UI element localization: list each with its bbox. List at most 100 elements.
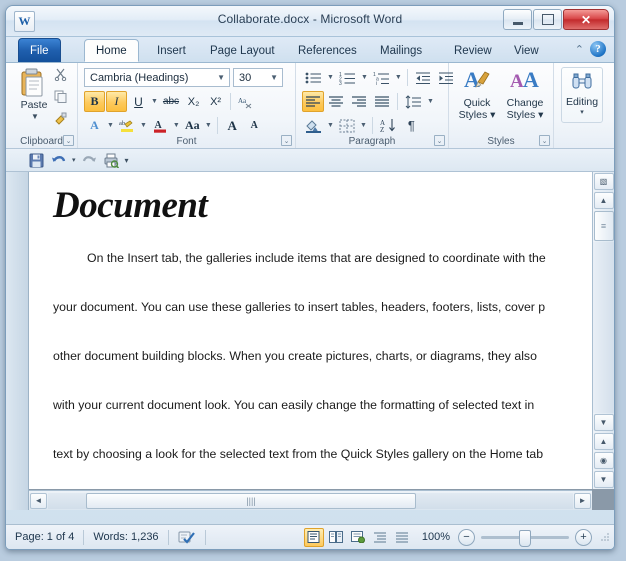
view-print-layout-button[interactable] xyxy=(303,527,324,547)
shading-chevron-down-icon[interactable]: ▼ xyxy=(326,122,335,129)
tab-home[interactable]: Home xyxy=(84,39,139,62)
resize-grip-icon[interactable] xyxy=(600,532,610,542)
clear-formatting-icon[interactable]: Aa xyxy=(235,91,257,112)
align-right-icon[interactable] xyxy=(348,91,370,112)
undo-icon[interactable] xyxy=(50,152,67,169)
bold-button[interactable]: B xyxy=(84,91,105,112)
format-painter-icon[interactable] xyxy=(54,112,67,130)
cut-icon[interactable] xyxy=(54,68,67,86)
line-spacing-chevron-down-icon[interactable]: ▼ xyxy=(426,98,435,105)
multilevel-list-icon[interactable]: 1ai xyxy=(370,67,393,88)
italic-button[interactable]: I xyxy=(106,91,127,112)
multilevel-chevron-down-icon[interactable]: ▼ xyxy=(394,74,403,81)
document-page[interactable]: Document On the Insert tab, the gallerie… xyxy=(29,172,592,489)
scroll-right-button[interactable]: ► xyxy=(574,492,591,509)
select-browse-object-button[interactable]: ◉ xyxy=(593,452,614,469)
horizontal-scrollbar[interactable]: ◄ |||| ► xyxy=(29,490,592,510)
numbering-chevron-down-icon[interactable]: ▼ xyxy=(360,74,369,81)
font-color-chevron-down-icon[interactable]: ▼ xyxy=(172,122,181,129)
proofing-status-icon[interactable] xyxy=(169,529,205,546)
horizontal-scroll-thumb[interactable]: |||| xyxy=(86,492,416,509)
close-button[interactable]: ✕ xyxy=(563,9,609,30)
align-center-icon[interactable] xyxy=(325,91,347,112)
highlight-chevron-down-icon[interactable]: ▼ xyxy=(139,122,148,129)
editing-button[interactable]: Editing ▾ xyxy=(561,67,603,123)
print-preview-icon[interactable] xyxy=(103,152,120,169)
word-count[interactable]: Words: 1,236 xyxy=(84,529,167,546)
redo-icon[interactable] xyxy=(81,152,98,169)
highlight-icon[interactable]: ab xyxy=(116,115,138,136)
underline-button[interactable]: U xyxy=(128,91,149,112)
strikethrough-button[interactable]: abc xyxy=(160,91,182,112)
text-effects-chevron-down-icon[interactable]: ▼ xyxy=(106,122,115,129)
paste-icon[interactable] xyxy=(20,68,46,98)
superscript-button[interactable]: X² xyxy=(205,91,226,112)
zoom-slider-track[interactable] xyxy=(481,529,569,547)
font-name-combo[interactable]: Cambria (Headings) ▼ xyxy=(84,68,230,87)
minimize-button[interactable] xyxy=(503,9,532,30)
clipboard-dialog-launcher[interactable]: ⌄ xyxy=(63,135,74,146)
tab-references[interactable]: References xyxy=(287,39,368,62)
vertical-scroll-thumb[interactable]: ≡ xyxy=(593,211,614,241)
change-case-button[interactable]: Aa xyxy=(182,115,203,136)
view-outline-button[interactable] xyxy=(370,528,390,547)
shrink-font-button[interactable]: A xyxy=(244,115,265,136)
tab-mailings[interactable]: Mailings xyxy=(369,39,433,62)
paste-label[interactable]: Paste xyxy=(14,99,54,111)
zoom-slider-thumb[interactable] xyxy=(519,529,531,547)
font-size-combo[interactable]: 30 ▼ xyxy=(233,68,283,87)
horizontal-scroll-track[interactable]: |||| xyxy=(48,492,573,509)
font-name-chevron-down-icon[interactable]: ▼ xyxy=(217,73,225,82)
undo-chevron-down-icon[interactable]: ▾ xyxy=(72,156,76,164)
show-marks-icon[interactable]: ¶ xyxy=(401,115,422,136)
help-icon[interactable]: ? xyxy=(590,41,606,57)
page-indicator[interactable]: Page: 1 of 4 xyxy=(6,529,83,546)
scroll-left-button[interactable]: ◄ xyxy=(30,492,47,509)
tab-file[interactable]: File xyxy=(18,38,61,62)
zoom-out-button[interactable]: − xyxy=(458,528,475,546)
grow-font-button[interactable]: A xyxy=(222,115,243,136)
font-color-icon[interactable]: A xyxy=(149,115,171,136)
change-case-chevron-down-icon[interactable]: ▼ xyxy=(204,122,213,129)
align-left-icon[interactable] xyxy=(302,91,324,112)
zoom-level[interactable]: 100% xyxy=(422,531,450,543)
editing-chevron-down-icon[interactable]: ▾ xyxy=(562,108,602,116)
styles-dialog-launcher[interactable]: ⌄ xyxy=(539,135,550,146)
paragraph-dialog-launcher[interactable]: ⌄ xyxy=(434,135,445,146)
previous-page-button[interactable]: ▲ xyxy=(593,433,614,450)
text-effects-icon[interactable]: A xyxy=(84,115,105,136)
minimize-ribbon-icon[interactable]: ⌃ xyxy=(575,43,584,56)
save-icon[interactable] xyxy=(28,152,45,169)
maximize-button[interactable] xyxy=(533,9,562,30)
font-dialog-launcher[interactable]: ⌄ xyxy=(281,135,292,146)
borders-chevron-down-icon[interactable]: ▼ xyxy=(359,122,368,129)
borders-icon[interactable] xyxy=(336,115,358,136)
tab-review[interactable]: Review xyxy=(443,39,503,62)
view-full-screen-reading-button[interactable] xyxy=(326,528,346,547)
decrease-indent-icon[interactable] xyxy=(412,67,434,88)
vertical-scroll-track[interactable] xyxy=(593,242,614,413)
line-spacing-icon[interactable] xyxy=(402,91,425,112)
subscript-button[interactable]: X₂ xyxy=(183,91,204,112)
tab-insert[interactable]: Insert xyxy=(146,39,197,62)
change-styles-button[interactable]: AA Change Styles ▾ xyxy=(501,66,549,121)
quick-styles-button[interactable]: A Quick Styles ▾ xyxy=(453,66,501,121)
font-size-chevron-down-icon[interactable]: ▼ xyxy=(270,73,278,82)
vertical-scrollbar[interactable]: ▧ ▲ ≡ ▼ ▲ ◉ ▼ xyxy=(592,172,614,489)
underline-chevron-down-icon[interactable]: ▼ xyxy=(150,98,159,105)
numbering-icon[interactable]: 123 xyxy=(336,67,359,88)
sort-icon[interactable]: AZ xyxy=(377,115,400,136)
scroll-down-button[interactable]: ▼ xyxy=(593,414,614,431)
customize-qat-chevron-down-icon[interactable]: ▾ xyxy=(125,156,129,165)
shading-icon[interactable] xyxy=(302,115,325,136)
split-view-icon[interactable]: ▧ xyxy=(593,173,614,190)
bullets-chevron-down-icon[interactable]: ▼ xyxy=(326,74,335,81)
copy-icon[interactable] xyxy=(54,90,67,108)
tab-view[interactable]: View xyxy=(503,39,550,62)
view-web-layout-button[interactable] xyxy=(348,528,368,547)
paste-dropdown-arrow[interactable]: ▼ xyxy=(31,112,39,121)
bullets-icon[interactable] xyxy=(302,67,325,88)
scroll-up-button[interactable]: ▲ xyxy=(593,192,614,209)
tab-page-layout[interactable]: Page Layout xyxy=(199,39,286,62)
zoom-in-button[interactable]: + xyxy=(575,528,592,546)
